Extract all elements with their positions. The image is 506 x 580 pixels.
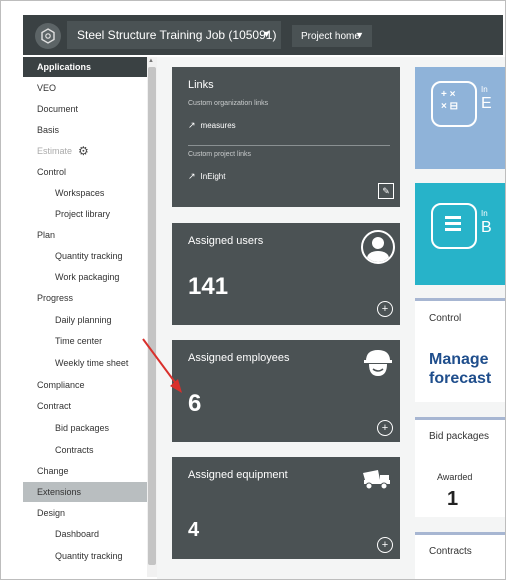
sidebar-item-veo[interactable]: VEO [23, 78, 147, 98]
project-name: Steel Structure Training Job (105091) [77, 28, 277, 42]
basis-stack-icon [431, 203, 477, 249]
project-home-label: Project home [301, 30, 360, 42]
awarded-count: 1 [447, 488, 459, 510]
sidebar-item-weekly-time-sheet[interactable]: Weekly time sheet [23, 353, 147, 373]
estimate-tile-brand: In [481, 85, 488, 94]
sidebar-item-project-library[interactable]: Project library [23, 204, 147, 224]
control-card-title: Control [429, 313, 462, 324]
project-home-dropdown[interactable]: Project home ▼ [292, 25, 372, 47]
sidebar-item-dashboard[interactable]: Dashboard [23, 524, 147, 544]
assigned-users-card[interactable]: Assigned users 141 + [172, 223, 400, 325]
external-link-icon: ↗ [188, 171, 196, 181]
edit-links-icon[interactable]: ✎ [378, 183, 394, 199]
add-user-icon[interactable]: + [377, 301, 393, 317]
bid-packages-card[interactable]: Bid packages Awarded 1 [415, 417, 505, 517]
control-card[interactable]: Control Manage forecast [415, 298, 505, 402]
sidebar-item-plan[interactable]: Plan [23, 225, 147, 245]
assigned-users-count: 141 [188, 273, 229, 300]
estimate-app-tile[interactable]: + × × ⊟ In E [415, 67, 505, 169]
assigned-employees-card[interactable]: Assigned employees 6 + [172, 340, 400, 442]
links-card: Links Custom organization links ↗ measur… [172, 67, 400, 207]
contracts-card-title: Contracts [429, 546, 472, 557]
scroll-up-arrow-icon[interactable]: ▲ [148, 58, 154, 64]
sidebar-heading-applications: Applications [23, 57, 147, 77]
assigned-users-title: Assigned users [188, 235, 264, 247]
control-card-headline-1: Manage [429, 351, 489, 368]
hard-hat-worker-icon [364, 350, 392, 376]
add-employee-icon[interactable]: + [377, 420, 393, 436]
sidebar-item-extensions[interactable]: Extensions [23, 482, 147, 502]
assigned-equipment-count: 4 [188, 519, 200, 541]
sidebar-item-design[interactable]: Design [23, 503, 147, 523]
sidebar-item-estimate[interactable]: Estimate ⚙ [23, 141, 147, 161]
bid-packages-title: Bid packages [429, 431, 490, 442]
sidebar-item-design-quantity-tracking[interactable]: Quantity tracking [23, 546, 147, 566]
gear-icon[interactable]: ⚙ [78, 144, 89, 158]
project-link-ineight[interactable]: ↗ InEight [188, 171, 225, 182]
basis-tile-brand: In [481, 209, 488, 218]
basis-app-tile[interactable]: In B [415, 183, 505, 285]
sidebar-item-workspaces[interactable]: Workspaces [23, 183, 147, 203]
awarded-label: Awarded [437, 472, 473, 482]
links-card-title: Links [188, 79, 214, 91]
sidebar-item-work-packaging[interactable]: Work packaging [23, 267, 147, 287]
contracts-card[interactable]: Contracts [415, 532, 505, 579]
links-divider [188, 145, 390, 146]
assigned-employees-title: Assigned employees [188, 352, 290, 364]
calculator-icon: + × × ⊟ [431, 81, 477, 127]
sidebar-item-progress[interactable]: Progress [23, 288, 147, 308]
sidebar-scroll-thumb[interactable] [148, 67, 156, 565]
sidebar-item-time-center[interactable]: Time center [23, 331, 147, 351]
assigned-employees-count: 6 [188, 390, 202, 417]
sidebar-item-contracts[interactable]: Contracts [23, 440, 147, 460]
dump-truck-icon [363, 470, 390, 490]
project-selector[interactable]: Steel Structure Training Job (105091) ▼ [67, 21, 281, 49]
add-equipment-icon[interactable]: + [377, 537, 393, 553]
basis-tile-name: B [481, 219, 492, 236]
assigned-equipment-title: Assigned equipment [188, 469, 288, 481]
sidebar-item-bid-packages[interactable]: Bid packages [23, 418, 147, 438]
project-links-heading: Custom project links [188, 151, 252, 158]
org-link-measures[interactable]: ↗ measures [188, 120, 236, 131]
sidebar-item-document[interactable]: Document [23, 99, 147, 119]
user-avatar-icon [361, 230, 395, 264]
sidebar-item-contract[interactable]: Contract [23, 396, 147, 416]
sidebar-item-daily-planning[interactable]: Daily planning [23, 310, 147, 330]
project-link-label: InEight [200, 172, 226, 181]
org-link-label: measures [200, 121, 236, 130]
chevron-down-icon: ▼ [262, 29, 271, 39]
sidebar-item-compliance[interactable]: Compliance [23, 375, 147, 395]
sidebar-item-basis[interactable]: Basis [23, 120, 147, 140]
sidebar-item-quantity-tracking[interactable]: Quantity tracking [23, 246, 147, 266]
chevron-down-icon: ▼ [355, 30, 364, 40]
app-logo-icon[interactable] [35, 23, 61, 49]
org-links-heading: Custom organization links [188, 100, 269, 107]
external-link-icon: ↗ [188, 120, 196, 130]
assigned-equipment-card[interactable]: Assigned equipment 4 + [172, 457, 400, 559]
control-card-headline-2: forecast [429, 370, 492, 387]
sidebar: Applications VEO Document Basis Estimate… [23, 57, 147, 577]
app-frame: Steel Structure Training Job (105091) ▼ … [0, 0, 506, 580]
sidebar-item-control[interactable]: Control [23, 162, 147, 182]
sidebar-item-change[interactable]: Change [23, 461, 147, 481]
estimate-tile-name: E [481, 95, 492, 112]
